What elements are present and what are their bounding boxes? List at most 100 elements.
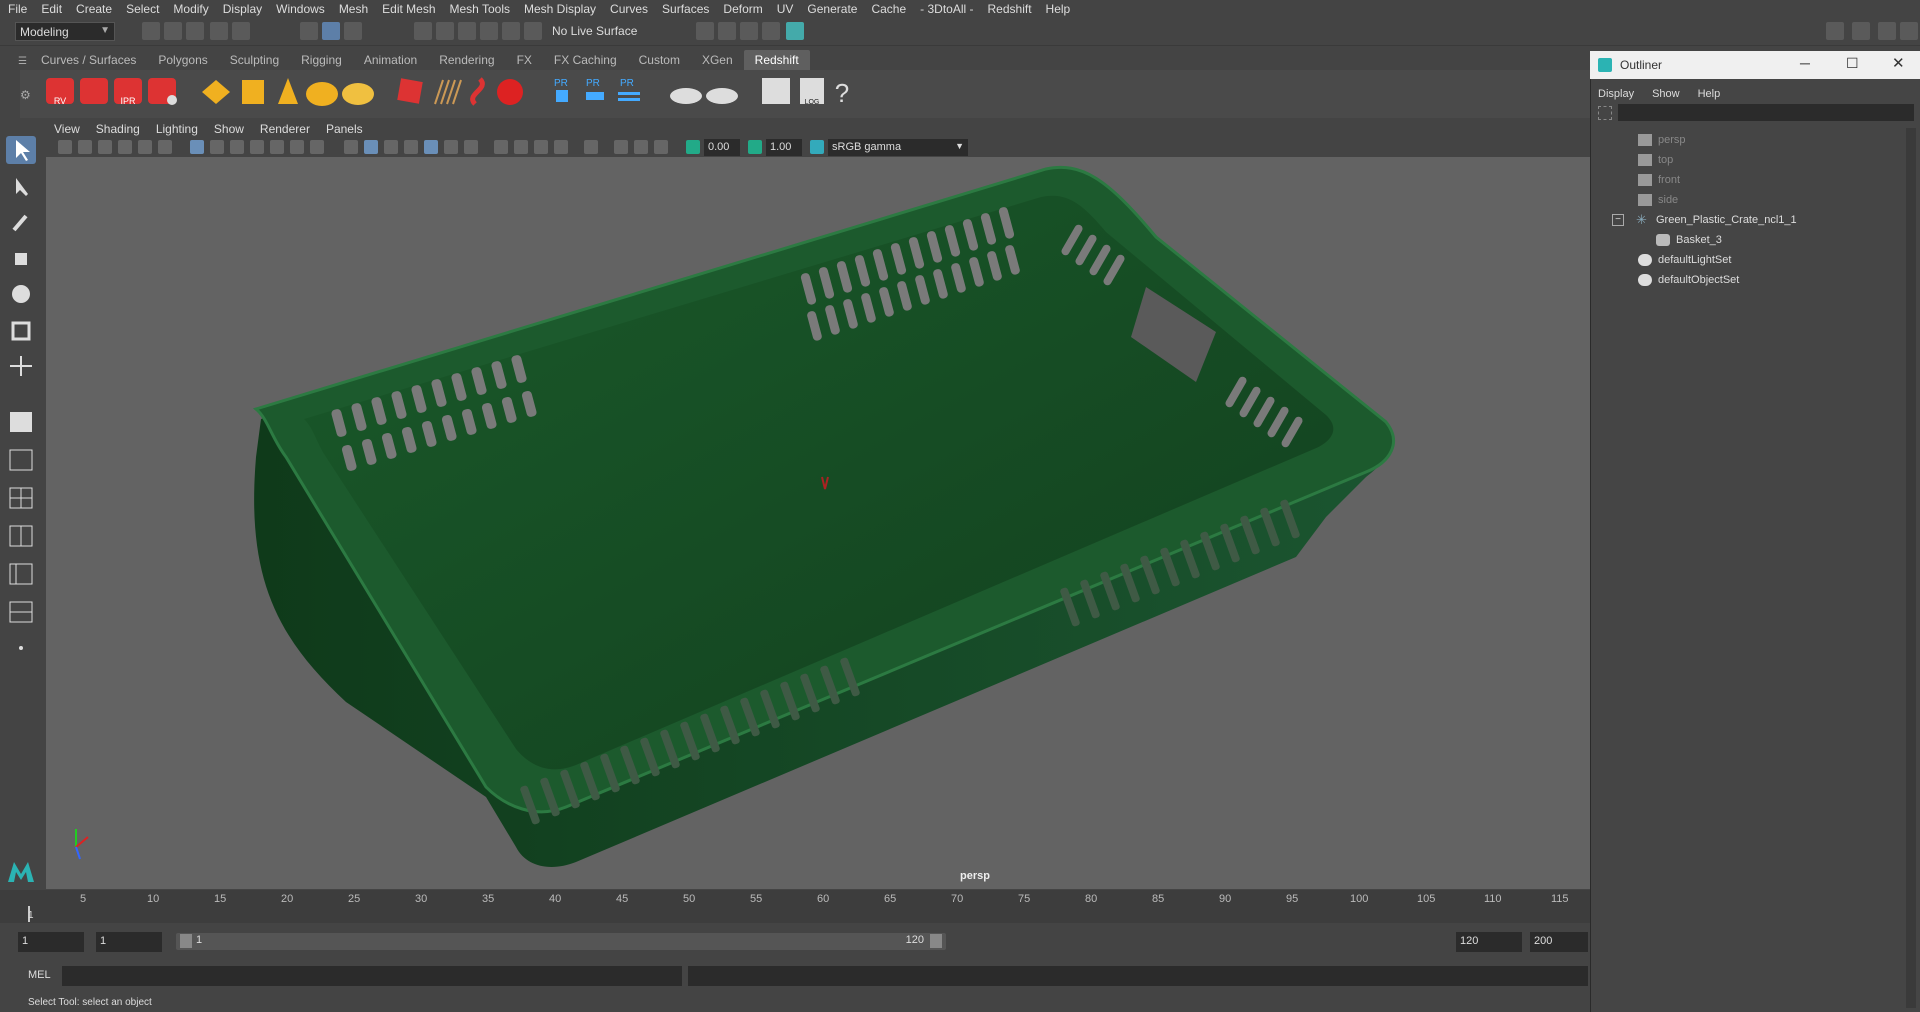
undo-icon[interactable]	[210, 22, 228, 40]
select-object-icon[interactable]	[322, 22, 340, 40]
outliner-item-crate-group[interactable]: − ✳ Green_Plastic_Crate_ncl1_1	[1590, 210, 1900, 230]
menu-create[interactable]: Create	[76, 2, 112, 16]
xray-icon[interactable]	[614, 140, 628, 154]
camera-attributes-icon[interactable]	[78, 140, 92, 154]
range-start-handle[interactable]	[180, 934, 192, 948]
camera-select-icon[interactable]	[58, 140, 72, 154]
tab-sculpting[interactable]: Sculpting	[219, 50, 290, 70]
colorspace-dropdown[interactable]: sRGB gamma ▼	[828, 139, 968, 156]
scale-tool-icon[interactable]	[6, 316, 36, 344]
select-component-icon[interactable]	[344, 22, 362, 40]
cmd-language-label[interactable]: MEL	[28, 969, 51, 981]
grease-pencil-icon[interactable]	[158, 140, 172, 154]
vp-menu-shading[interactable]: Shading	[96, 122, 140, 136]
vp-menu-renderer[interactable]: Renderer	[260, 122, 310, 136]
vp-menu-show[interactable]: Show	[214, 122, 244, 136]
vp-menu-view[interactable]: View	[54, 122, 80, 136]
layout-two-icon[interactable]	[6, 522, 36, 550]
wireframe-icon[interactable]	[344, 140, 358, 154]
menu-modify[interactable]: Modify	[173, 2, 208, 16]
grid-icon[interactable]	[190, 140, 204, 154]
tab-curves-surfaces[interactable]: Curves / Surfaces	[30, 50, 147, 70]
render-frame-icon[interactable]	[696, 22, 714, 40]
layout-single-icon[interactable]	[6, 446, 36, 474]
collapse-toggle-icon[interactable]: −	[1612, 214, 1624, 226]
exposure-icon[interactable]	[686, 140, 700, 154]
bake-icon[interactable]	[670, 88, 702, 104]
menu-3dtoall[interactable]: - 3DtoAll -	[920, 2, 973, 16]
pr-export-icon[interactable]: PR	[586, 78, 604, 100]
menu-windows[interactable]: Windows	[276, 2, 325, 16]
layout-outliner-icon[interactable]	[6, 560, 36, 588]
snap-grid-icon[interactable]	[414, 22, 432, 40]
menu-redshift[interactable]: Redshift	[988, 2, 1032, 16]
menu-mesh[interactable]: Mesh	[339, 2, 368, 16]
range-slider[interactable]: 1 120	[176, 933, 946, 950]
bookmark-icon[interactable]	[98, 140, 112, 154]
anti-alias-icon[interactable]	[534, 140, 548, 154]
start-time-field[interactable]: 1	[18, 932, 84, 952]
layout-four-icon[interactable]	[6, 484, 36, 512]
playback-start-field[interactable]: 1	[96, 932, 162, 952]
color-management-icon[interactable]	[810, 140, 824, 154]
ipr-render-icon[interactable]	[718, 22, 736, 40]
gamma-icon[interactable]	[748, 140, 762, 154]
range-end-handle[interactable]	[930, 934, 942, 948]
mode-selector[interactable]: Modeling ▼	[15, 22, 115, 41]
select-hierarchy-icon[interactable]	[300, 22, 318, 40]
redshift-rv-icon[interactable]: RV	[46, 78, 74, 106]
outliner-search-input[interactable]	[1618, 104, 1914, 121]
outliner-item-persp[interactable]: persp	[1590, 130, 1900, 150]
tab-redshift[interactable]: Redshift	[743, 50, 810, 70]
smooth-shade-icon[interactable]	[364, 140, 378, 154]
minimize-icon[interactable]: ─	[1800, 55, 1810, 71]
bake-set-icon[interactable]	[706, 88, 738, 104]
tab-rigging[interactable]: Rigging	[290, 50, 353, 70]
menu-help[interactable]: Help	[1046, 2, 1071, 16]
open-scene-icon[interactable]	[164, 22, 182, 40]
menu-uv[interactable]: UV	[777, 2, 794, 16]
sun-light-icon[interactable]	[342, 83, 374, 105]
render-settings-icon[interactable]	[740, 22, 758, 40]
menu-file[interactable]: File	[8, 2, 27, 16]
outliner-menu-show[interactable]: Show	[1652, 88, 1680, 100]
snap-point-icon[interactable]	[458, 22, 476, 40]
snap-live-icon[interactable]	[524, 22, 542, 40]
render-view-window-icon[interactable]	[762, 78, 790, 104]
hypershade-icon[interactable]	[762, 22, 780, 40]
gate-mask-icon[interactable]	[250, 140, 264, 154]
portal-light-icon[interactable]	[242, 80, 264, 104]
outliner-item-default-light-set[interactable]: defaultLightSet	[1590, 250, 1900, 270]
outliner-item-basket[interactable]: Basket_3	[1590, 230, 1900, 250]
xray-components-icon[interactable]	[654, 140, 668, 154]
command-input[interactable]	[62, 966, 682, 986]
outliner-item-side[interactable]: side	[1590, 190, 1900, 210]
tab-custom[interactable]: Custom	[628, 50, 691, 70]
redshift-ipr-icon[interactable]: IPR	[114, 78, 142, 106]
rotate-tool-icon[interactable]	[6, 280, 36, 308]
gamma-field[interactable]: 1.00	[766, 139, 802, 156]
xray-joints-icon[interactable]	[634, 140, 648, 154]
layout-graph-icon[interactable]	[6, 598, 36, 626]
material-ball-icon[interactable]	[497, 79, 523, 105]
2d-pan-zoom-icon[interactable]	[138, 140, 152, 154]
universal-manip-icon[interactable]	[6, 352, 36, 380]
menu-generate[interactable]: Generate	[807, 2, 857, 16]
tab-rendering[interactable]: Rendering	[428, 50, 505, 70]
maximize-icon[interactable]: ☐	[1846, 55, 1859, 72]
help-icon[interactable]: ?	[835, 78, 849, 108]
safe-title-icon[interactable]	[310, 140, 324, 154]
snap-view-icon[interactable]	[480, 22, 498, 40]
lasso-tool-icon[interactable]	[6, 172, 36, 200]
wireframe-on-shaded-icon[interactable]	[404, 140, 418, 154]
menu-surfaces[interactable]: Surfaces	[662, 2, 709, 16]
tab-xgen[interactable]: XGen	[691, 50, 744, 70]
outliner-menu-help[interactable]: Help	[1698, 88, 1721, 100]
log-icon[interactable]: LOG	[800, 78, 824, 106]
close-icon[interactable]: ✕	[1892, 54, 1905, 72]
live-surface-field[interactable]: No Live Surface	[552, 22, 652, 41]
menu-cache[interactable]: Cache	[871, 2, 906, 16]
tab-polygons[interactable]: Polygons	[147, 50, 218, 70]
vp-menu-panels[interactable]: Panels	[326, 122, 363, 136]
crate-model[interactable]	[46, 157, 1590, 889]
